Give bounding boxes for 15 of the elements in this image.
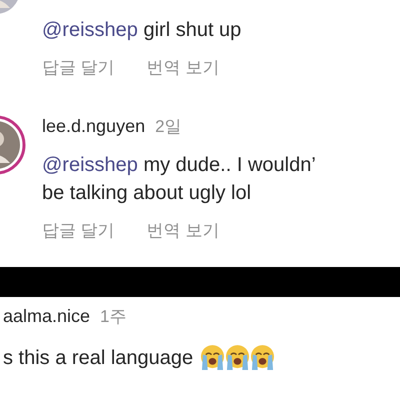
comment-text: @reisshep my dude.. I wouldn’: [42, 153, 316, 178]
crying-emoji-icon: [201, 345, 224, 371]
comment-action-link[interactable]: 번역 보기: [146, 219, 220, 242]
comment-action-link[interactable]: 번역 보기: [146, 56, 220, 79]
comment-text: @reisshep girl shut up: [42, 18, 242, 43]
crying-emoji-icon: [226, 345, 250, 371]
comment-action-link[interactable]: 답글 달기: [42, 56, 115, 79]
comment-text: s this a real language: [3, 346, 194, 370]
comment-time: 2일: [155, 116, 182, 138]
comment-action-link[interactable]: 답글 달기: [42, 219, 115, 242]
comment-time: 1주: [100, 306, 127, 328]
comment-text: be talking about ugly lol: [42, 181, 252, 206]
username[interactable]: lee.d.nguyen: [42, 116, 146, 137]
username[interactable]: aalma.nice: [3, 306, 90, 327]
crying-emoji-icon: [251, 345, 274, 371]
